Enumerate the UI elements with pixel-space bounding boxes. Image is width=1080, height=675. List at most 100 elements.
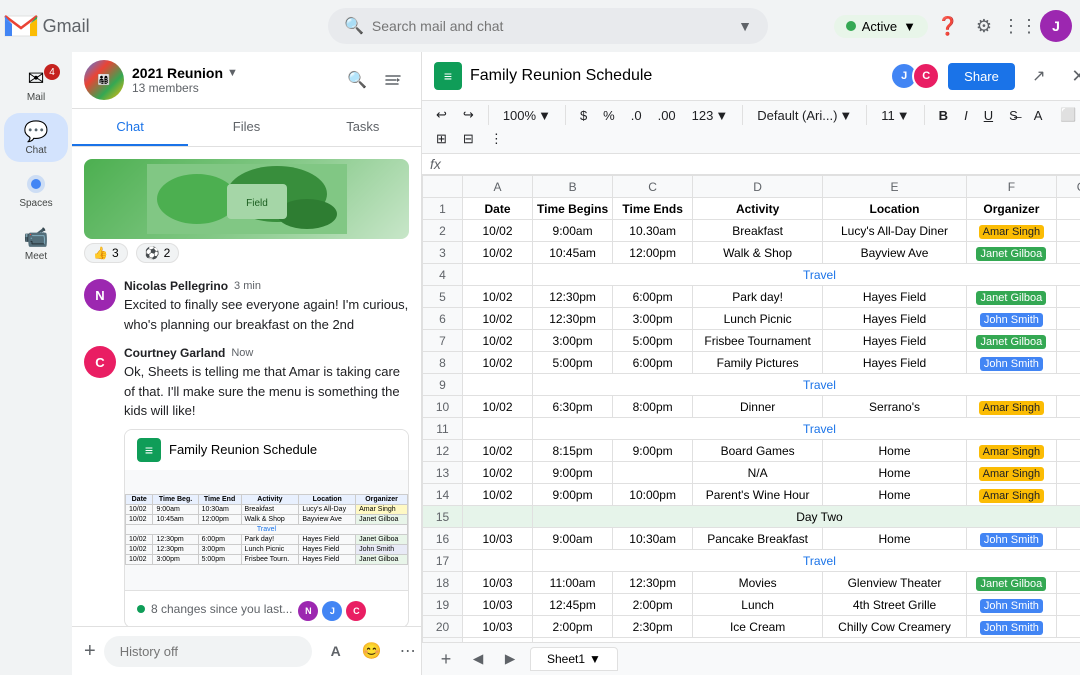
cell[interactable]: Breakfast bbox=[693, 220, 823, 242]
sheet-tab-1[interactable]: Sheet1 ▼ bbox=[530, 647, 618, 671]
cell[interactable]: Date bbox=[463, 198, 533, 220]
cell[interactable]: Hayes Field bbox=[823, 352, 967, 374]
cell[interactable]: 10:45am bbox=[533, 242, 613, 264]
italic-button[interactable]: I bbox=[958, 106, 974, 125]
cell[interactable]: Amar Singh bbox=[966, 220, 1056, 242]
sheet-grid-container[interactable]: A B C D E F G 1 Date bbox=[422, 175, 1080, 642]
percent-button[interactable]: % bbox=[597, 106, 621, 125]
cell[interactable]: 9:00pm bbox=[613, 440, 693, 462]
merge-button[interactable]: ⊟ bbox=[457, 129, 480, 149]
cell[interactable] bbox=[1056, 198, 1080, 220]
open-external-button[interactable]: ↗ bbox=[1023, 60, 1055, 92]
bold-button[interactable]: B bbox=[933, 106, 954, 125]
cell[interactable]: 3:00pm bbox=[613, 308, 693, 330]
col-header-a[interactable]: A bbox=[463, 176, 533, 198]
cell[interactable]: Frisbee Tournament bbox=[693, 330, 823, 352]
group-dropdown-icon[interactable]: ▼ bbox=[227, 67, 238, 79]
more-toolbar-button[interactable]: ⋮ bbox=[484, 129, 509, 149]
cell[interactable] bbox=[1056, 396, 1080, 418]
cell[interactable]: 10/02 bbox=[463, 484, 533, 506]
cell[interactable]: Lunch bbox=[693, 594, 823, 616]
cell[interactable]: 10/02 bbox=[463, 220, 533, 242]
cell[interactable]: 5:00pm bbox=[533, 352, 613, 374]
decimal0-button[interactable]: .0 bbox=[625, 106, 648, 125]
cell[interactable] bbox=[1056, 462, 1080, 484]
cell[interactable]: 10/02 bbox=[463, 308, 533, 330]
search-dropdown-icon[interactable]: ▼ bbox=[738, 18, 752, 34]
cell[interactable]: Amar Singh bbox=[966, 484, 1056, 506]
cell[interactable]: Bayview Ave bbox=[823, 242, 967, 264]
emoji-button[interactable]: 😊 bbox=[356, 635, 388, 667]
col-header-d[interactable]: D bbox=[693, 176, 823, 198]
cell[interactable]: 10/02 bbox=[463, 352, 533, 374]
cell[interactable] bbox=[463, 264, 533, 286]
cell[interactable]: Lucy's All-Day Diner bbox=[823, 220, 967, 242]
sheet-nav-next[interactable]: ▶ bbox=[498, 647, 522, 671]
cell[interactable]: Chilly Cow Creamery bbox=[823, 616, 967, 638]
cell[interactable]: 6:00pm bbox=[613, 286, 693, 308]
bg-color-button[interactable]: ⬜ bbox=[1054, 105, 1080, 125]
cell[interactable]: 10/02 bbox=[463, 440, 533, 462]
col-header-c[interactable]: C bbox=[613, 176, 693, 198]
cell[interactable]: 10/02 bbox=[463, 396, 533, 418]
cell[interactable]: 11:00am bbox=[533, 572, 613, 594]
undo-button[interactable]: ↩ bbox=[430, 105, 453, 125]
cell[interactable]: 12:00pm bbox=[613, 242, 693, 264]
share-button[interactable]: Share bbox=[948, 63, 1015, 90]
search-chat-button[interactable]: 🔍 bbox=[341, 64, 373, 96]
cell[interactable] bbox=[1056, 572, 1080, 594]
cell[interactable]: Board Games bbox=[693, 440, 823, 462]
strikethrough-button[interactable]: S̶ bbox=[1003, 106, 1024, 125]
cell[interactable]: Serrano's bbox=[823, 396, 967, 418]
cell[interactable]: Organizer bbox=[966, 198, 1056, 220]
cell[interactable]: Home bbox=[823, 528, 967, 550]
cell[interactable]: 12:30pm bbox=[533, 308, 613, 330]
cell[interactable]: 10/03 bbox=[463, 528, 533, 550]
chat-input[interactable] bbox=[104, 636, 312, 667]
cell[interactable]: 5:00pm bbox=[613, 330, 693, 352]
cell[interactable]: Janet Gilboa bbox=[966, 330, 1056, 352]
cell[interactable]: Ice Cream bbox=[693, 616, 823, 638]
cell[interactable]: 10:30am bbox=[613, 528, 693, 550]
cell[interactable]: Janet Gilboa bbox=[966, 242, 1056, 264]
cell[interactable]: 12:30pm bbox=[533, 286, 613, 308]
cell[interactable]: Glenview Theater bbox=[823, 572, 967, 594]
cell[interactable]: 10/02 bbox=[463, 462, 533, 484]
sidebar-item-mail[interactable]: ✉ Mail 4 bbox=[4, 60, 68, 109]
cell[interactable]: Home bbox=[823, 484, 967, 506]
cell[interactable] bbox=[1056, 594, 1080, 616]
col-header-b[interactable]: B bbox=[533, 176, 613, 198]
cell[interactable]: N/A bbox=[693, 462, 823, 484]
cell[interactable] bbox=[1056, 242, 1080, 264]
cell[interactable] bbox=[1056, 286, 1080, 308]
col-header-g[interactable]: G bbox=[1056, 176, 1080, 198]
settings-button[interactable]: ⚙ bbox=[968, 10, 1000, 42]
more-options-button[interactable]: ⋯ bbox=[392, 635, 424, 667]
redo-button[interactable]: ↪ bbox=[457, 105, 480, 125]
cell[interactable]: Amar Singh bbox=[966, 396, 1056, 418]
cell[interactable]: Pancake Breakfast bbox=[693, 528, 823, 550]
format123-button[interactable]: 123 ▼ bbox=[686, 106, 735, 125]
font-size-button[interactable]: 11 ▼ bbox=[875, 106, 915, 125]
borders-button[interactable]: ⊞ bbox=[430, 129, 453, 149]
cell[interactable]: Activity bbox=[693, 198, 823, 220]
cell[interactable]: Amar Singh bbox=[966, 440, 1056, 462]
cell[interactable]: 2:00pm bbox=[613, 594, 693, 616]
decimal00-button[interactable]: .00 bbox=[652, 106, 682, 125]
cell[interactable]: 10/03 bbox=[463, 616, 533, 638]
cell[interactable]: 12:45pm bbox=[533, 594, 613, 616]
sidebar-item-chat[interactable]: 💬 Chat bbox=[4, 113, 68, 162]
font-color-button[interactable]: A bbox=[1028, 106, 1051, 125]
search-input[interactable] bbox=[372, 18, 730, 34]
sidebar-item-meet[interactable]: 📹 Meet bbox=[4, 219, 68, 268]
cell[interactable]: Time Begins bbox=[533, 198, 613, 220]
zoom-button[interactable]: 100% ▼ bbox=[497, 106, 557, 125]
cell[interactable]: 2:00pm bbox=[533, 616, 613, 638]
cell[interactable]: 9:00pm bbox=[533, 462, 613, 484]
cell[interactable]: 10/03 bbox=[463, 572, 533, 594]
cell[interactable]: John Smith bbox=[966, 528, 1056, 550]
format-text-button[interactable]: A bbox=[320, 635, 352, 667]
help-button[interactable]: ❓ bbox=[932, 10, 964, 42]
cell[interactable]: Home bbox=[823, 462, 967, 484]
add-message-button[interactable]: + bbox=[84, 635, 96, 667]
